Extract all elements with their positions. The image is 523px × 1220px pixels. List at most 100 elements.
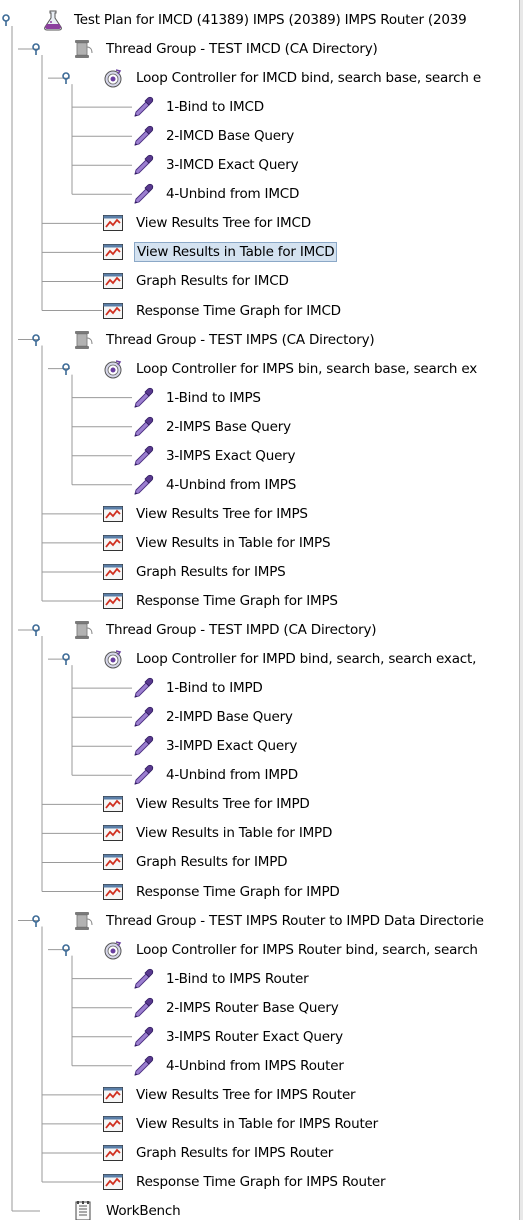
test-plan-tree[interactable]: Test Plan for IMCD (41389) IMPS (20389) … <box>0 0 523 1220</box>
thread-group-3[interactable]: Thread Group - TEST IMPD (CA Directory) <box>0 616 520 645</box>
listener-view-results-tree-for-imps[interactable]: View Results Tree for IMPS <box>0 500 520 529</box>
graph-listener-icon <box>102 1171 124 1193</box>
ldap-sampler-3-imcd-exact-query-label: 3-IMCD Exact Query <box>166 157 299 174</box>
workbench[interactable]: WorkBench <box>0 1197 520 1220</box>
expand-toggle-icon[interactable] <box>0 14 12 26</box>
pipette-icon <box>132 764 154 786</box>
pipette-icon <box>132 387 154 409</box>
spool-icon <box>72 910 94 932</box>
listener-response-time-graph-for-imps-router-label: Response Time Graph for IMPS Router <box>136 1174 386 1190</box>
listener-view-results-tree-for-imcd-label: View Results Tree for IMCD <box>136 215 311 232</box>
expand-toggle-icon[interactable] <box>60 362 72 375</box>
workbench-label: WorkBench <box>106 1203 181 1220</box>
thread-group-2-label: Thread Group - TEST IMPS (CA Directory) <box>106 331 375 348</box>
pipette-icon <box>132 154 154 176</box>
listener-view-results-in-table-for-impd[interactable]: View Results in Table for IMPD <box>0 819 520 848</box>
ldap-sampler-1-bind-to-imps-router[interactable]: 1-Bind to IMPS Router <box>0 965 520 994</box>
ldap-sampler-1-bind-to-imcd-label: 1-Bind to IMCD <box>166 99 264 116</box>
thread-group-4-label: Thread Group - TEST IMPS Router to IMPD … <box>106 912 484 929</box>
listener-view-results-tree-for-imcd[interactable]: View Results Tree for IMCD <box>0 209 520 238</box>
ldap-sampler-2-imps-base-query[interactable]: 2-IMPS Base Query <box>0 413 520 442</box>
ldap-sampler-3-imps-exact-query[interactable]: 3-IMPS Exact Query <box>0 442 520 471</box>
ldap-sampler-3-imps-router-exact-query[interactable]: 3-IMPS Router Exact Query <box>0 1023 520 1052</box>
ldap-sampler-4-unbind-from-imcd[interactable]: 4-Unbind from IMCD <box>0 180 520 209</box>
ldap-sampler-1-bind-to-impd[interactable]: 1-Bind to IMPD <box>0 674 520 703</box>
listener-graph-results-for-imps-router[interactable]: Graph Results for IMPS Router <box>0 1139 520 1168</box>
spool-icon <box>72 38 94 60</box>
listener-graph-results-for-impd-label: Graph Results for IMPD <box>136 854 288 871</box>
loop-controller-1-label: Loop Controller for IMCD bind, search ba… <box>136 70 481 87</box>
expand-toggle-icon[interactable] <box>30 914 42 927</box>
ldap-sampler-4-unbind-from-imps[interactable]: 4-Unbind from IMPS <box>0 471 520 500</box>
listener-view-results-tree-for-impd[interactable]: View Results Tree for IMPD <box>0 790 520 819</box>
expand-toggle-icon[interactable] <box>30 43 42 56</box>
thread-group-4[interactable]: Thread Group - TEST IMPS Router to IMPD … <box>0 907 520 936</box>
listener-response-time-graph-for-imcd-label: Response Time Graph for IMCD <box>136 302 341 319</box>
ldap-sampler-4-unbind-from-imps-label: 4-Unbind from IMPS <box>166 476 297 493</box>
loop-icon <box>102 67 124 89</box>
ldap-sampler-2-imps-base-query-label: 2-IMPS Base Query <box>166 418 291 435</box>
expand-toggle-icon[interactable] <box>60 72 72 85</box>
listener-view-results-in-table-for-imcd-label: View Results in Table for IMCD <box>134 242 338 263</box>
expand-toggle-icon[interactable] <box>30 624 42 637</box>
pipette-icon <box>132 677 154 699</box>
thread-group-1[interactable]: Thread Group - TEST IMCD (CA Directory) <box>0 35 520 64</box>
listener-view-results-in-table-for-imps[interactable]: View Results in Table for IMPS <box>0 529 520 558</box>
pipette-icon <box>132 125 154 147</box>
listener-view-results-tree-for-imps-router[interactable]: View Results Tree for IMPS Router <box>0 1081 520 1110</box>
scrollbar-edge[interactable] <box>519 0 523 1220</box>
graph-listener-icon <box>102 212 124 234</box>
listener-graph-results-for-imcd-label: Graph Results for IMCD <box>136 273 289 290</box>
pipette-icon <box>132 96 154 118</box>
loop-controller-3[interactable]: Loop Controller for IMPD bind, search, s… <box>0 645 520 674</box>
listener-response-time-graph-for-impd[interactable]: Response Time Graph for IMPD <box>0 878 520 907</box>
listener-graph-results-for-imps[interactable]: Graph Results for IMPS <box>0 558 520 587</box>
thread-group-3-label: Thread Group - TEST IMPD (CA Directory) <box>106 622 377 639</box>
listener-view-results-in-table-for-imps-router[interactable]: View Results in Table for IMPS Router <box>0 1110 520 1139</box>
ldap-sampler-1-bind-to-imps[interactable]: 1-Bind to IMPS <box>0 384 520 413</box>
loop-controller-4[interactable]: Loop Controller for IMPS Router bind, se… <box>0 936 520 965</box>
listener-view-results-tree-for-impd-label: View Results Tree for IMPD <box>136 796 310 813</box>
ldap-sampler-2-imcd-base-query-label: 2-IMCD Base Query <box>166 128 294 145</box>
loop-controller-1[interactable]: Loop Controller for IMCD bind, search ba… <box>0 64 520 93</box>
ldap-sampler-3-imcd-exact-query[interactable]: 3-IMCD Exact Query <box>0 151 520 180</box>
ldap-sampler-4-unbind-from-imps-router[interactable]: 4-Unbind from IMPS Router <box>0 1052 520 1081</box>
listener-response-time-graph-for-imps-router[interactable]: Response Time Graph for IMPS Router <box>0 1168 520 1197</box>
ldap-sampler-3-imps-exact-query-label: 3-IMPS Exact Query <box>166 447 296 464</box>
listener-graph-results-for-impd[interactable]: Graph Results for IMPD <box>0 848 520 877</box>
loop-icon <box>102 358 124 380</box>
ldap-sampler-3-impd-exact-query[interactable]: 3-IMPD Exact Query <box>0 732 520 761</box>
ldap-sampler-4-unbind-from-impd[interactable]: 4-Unbind from IMPD <box>0 761 520 790</box>
ldap-sampler-2-impd-base-query[interactable]: 2-IMPD Base Query <box>0 703 520 732</box>
expand-toggle-icon[interactable] <box>60 943 72 956</box>
graph-listener-icon <box>102 1113 124 1135</box>
listener-response-time-graph-for-imps-label: Response Time Graph for IMPS <box>136 593 338 609</box>
graph-listener-icon <box>102 1084 124 1106</box>
listener-response-time-graph-for-imps[interactable]: Response Time Graph for IMPS <box>0 587 520 616</box>
graph-listener-icon <box>102 851 124 873</box>
expand-toggle-icon[interactable] <box>60 653 72 666</box>
graph-listener-icon <box>102 532 124 554</box>
thread-group-1-label: Thread Group - TEST IMCD (CA Directory) <box>106 41 378 58</box>
ldap-sampler-4-unbind-from-impd-label: 4-Unbind from IMPD <box>166 767 298 784</box>
listener-response-time-graph-for-imcd[interactable]: Response Time Graph for IMCD <box>0 297 520 326</box>
listener-response-time-graph-for-impd-label: Response Time Graph for IMPD <box>136 883 340 900</box>
ldap-sampler-2-imcd-base-query[interactable]: 2-IMCD Base Query <box>0 122 520 151</box>
pipette-icon <box>132 706 154 728</box>
loop-controller-2[interactable]: Loop Controller for IMPS bin, search bas… <box>0 355 520 384</box>
pipette-icon <box>132 1026 154 1048</box>
listener-view-results-in-table-for-imcd[interactable]: View Results in Table for IMCD <box>0 238 520 267</box>
test-plan-root[interactable]: Test Plan for IMCD (41389) IMPS (20389) … <box>0 6 520 35</box>
graph-listener-icon <box>102 241 124 263</box>
spool-icon <box>72 329 94 351</box>
graph-listener-icon <box>102 561 124 583</box>
ldap-sampler-1-bind-to-imps-router-label: 1-Bind to IMPS Router <box>166 970 309 987</box>
thread-group-2[interactable]: Thread Group - TEST IMPS (CA Directory) <box>0 326 520 355</box>
graph-listener-icon <box>102 793 124 815</box>
ldap-sampler-2-imps-router-base-query[interactable]: 2-IMPS Router Base Query <box>0 994 520 1023</box>
pipette-icon <box>132 445 154 467</box>
ldap-sampler-2-imps-router-base-query-label: 2-IMPS Router Base Query <box>166 999 339 1016</box>
listener-graph-results-for-imcd[interactable]: Graph Results for IMCD <box>0 267 520 296</box>
expand-toggle-icon[interactable] <box>30 333 42 346</box>
ldap-sampler-1-bind-to-imcd[interactable]: 1-Bind to IMCD <box>0 93 520 122</box>
